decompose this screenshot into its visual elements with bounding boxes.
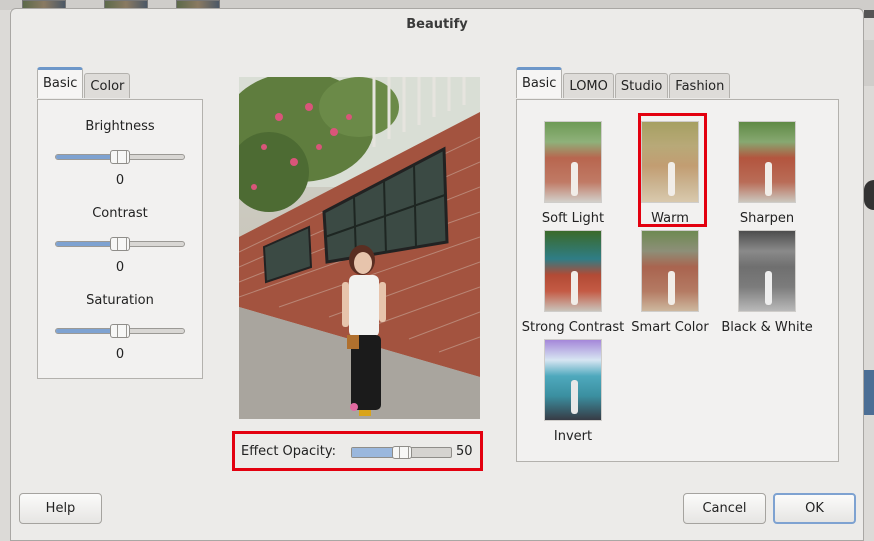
preset-tab-bar: Basic LOMO Studio Fashion — [516, 67, 731, 98]
saturation-value: 0 — [115, 347, 125, 362]
preset-strong[interactable]: Strong Contrast — [517, 230, 629, 335]
help-button[interactable]: Help — [19, 493, 102, 524]
contrast-label: Contrast — [92, 206, 148, 221]
preset-invert[interactable]: Invert — [517, 339, 629, 444]
background-app-right-edge — [864, 10, 874, 541]
tab-color-adjust[interactable]: Color — [84, 73, 131, 98]
preset-thumbnail[interactable] — [738, 230, 796, 312]
slider-handle[interactable] — [110, 150, 130, 164]
dialog-title: Beautify — [406, 17, 468, 32]
preset-thumbnail[interactable] — [641, 230, 699, 312]
preset-warm[interactable]: Warm — [614, 113, 726, 227]
preset-label: Soft Light — [541, 211, 605, 226]
preset-thumbnail[interactable] — [544, 230, 602, 312]
ok-button[interactable]: OK — [773, 493, 856, 524]
tab-studio[interactable]: Studio — [614, 73, 669, 98]
preview-photo — [239, 77, 480, 419]
contrast-value: 0 — [115, 260, 125, 275]
preset-smart[interactable]: Smart Color — [614, 230, 726, 335]
selected-preset-highlight — [638, 113, 707, 227]
photo-illustration — [239, 77, 480, 419]
slider-handle[interactable] — [110, 237, 130, 251]
preset-bw[interactable]: Black & White — [711, 230, 823, 335]
saturation-label: Saturation — [86, 293, 154, 308]
preset-sharpen[interactable]: Sharpen — [711, 121, 823, 226]
preset-label: Strong Contrast — [521, 320, 625, 335]
background-app-left-edge — [0, 10, 10, 541]
preset-thumbnail[interactable] — [544, 339, 602, 421]
brightness-label: Brightness — [85, 119, 155, 134]
preset-thumbnail[interactable] — [544, 121, 602, 203]
effect-opacity-slider[interactable] — [351, 446, 452, 459]
effect-opacity-value: 50 — [456, 444, 473, 459]
cancel-button[interactable]: Cancel — [683, 493, 766, 524]
preset-label: Black & White — [721, 320, 813, 335]
slider-handle[interactable] — [391, 446, 412, 459]
left-tab-bar: Basic Color — [37, 67, 131, 98]
preset-soft[interactable]: Soft Light — [517, 121, 629, 226]
saturation-slider[interactable] — [55, 324, 185, 338]
preset-label: Invert — [553, 429, 593, 444]
effect-opacity-group: Effect Opacity: 50 — [232, 431, 483, 471]
presets-panel: Soft Light Warm Sharpen Strong Contrast Smar… — [516, 99, 839, 462]
contrast-slider[interactable] — [55, 237, 185, 251]
preset-label: Smart Color — [631, 320, 709, 335]
tab-basic-presets[interactable]: Basic — [516, 67, 563, 98]
effect-opacity-label: Effect Opacity: — [241, 444, 336, 459]
brightness-slider[interactable] — [55, 150, 185, 164]
slider-handle[interactable] — [110, 324, 130, 338]
tab-fashion[interactable]: Fashion — [669, 73, 731, 98]
tab-lomo[interactable]: LOMO — [563, 73, 614, 98]
beautify-dialog: Beautify Basic Color Brightness 0 Contra… — [10, 8, 864, 541]
adjustments-panel: Brightness 0 Contrast 0 Saturation 0 — [37, 99, 203, 379]
preset-thumbnail[interactable] — [738, 121, 796, 203]
preset-label: Sharpen — [739, 211, 795, 226]
brightness-value: 0 — [115, 173, 125, 188]
tab-basic-adjust[interactable]: Basic — [37, 67, 84, 98]
